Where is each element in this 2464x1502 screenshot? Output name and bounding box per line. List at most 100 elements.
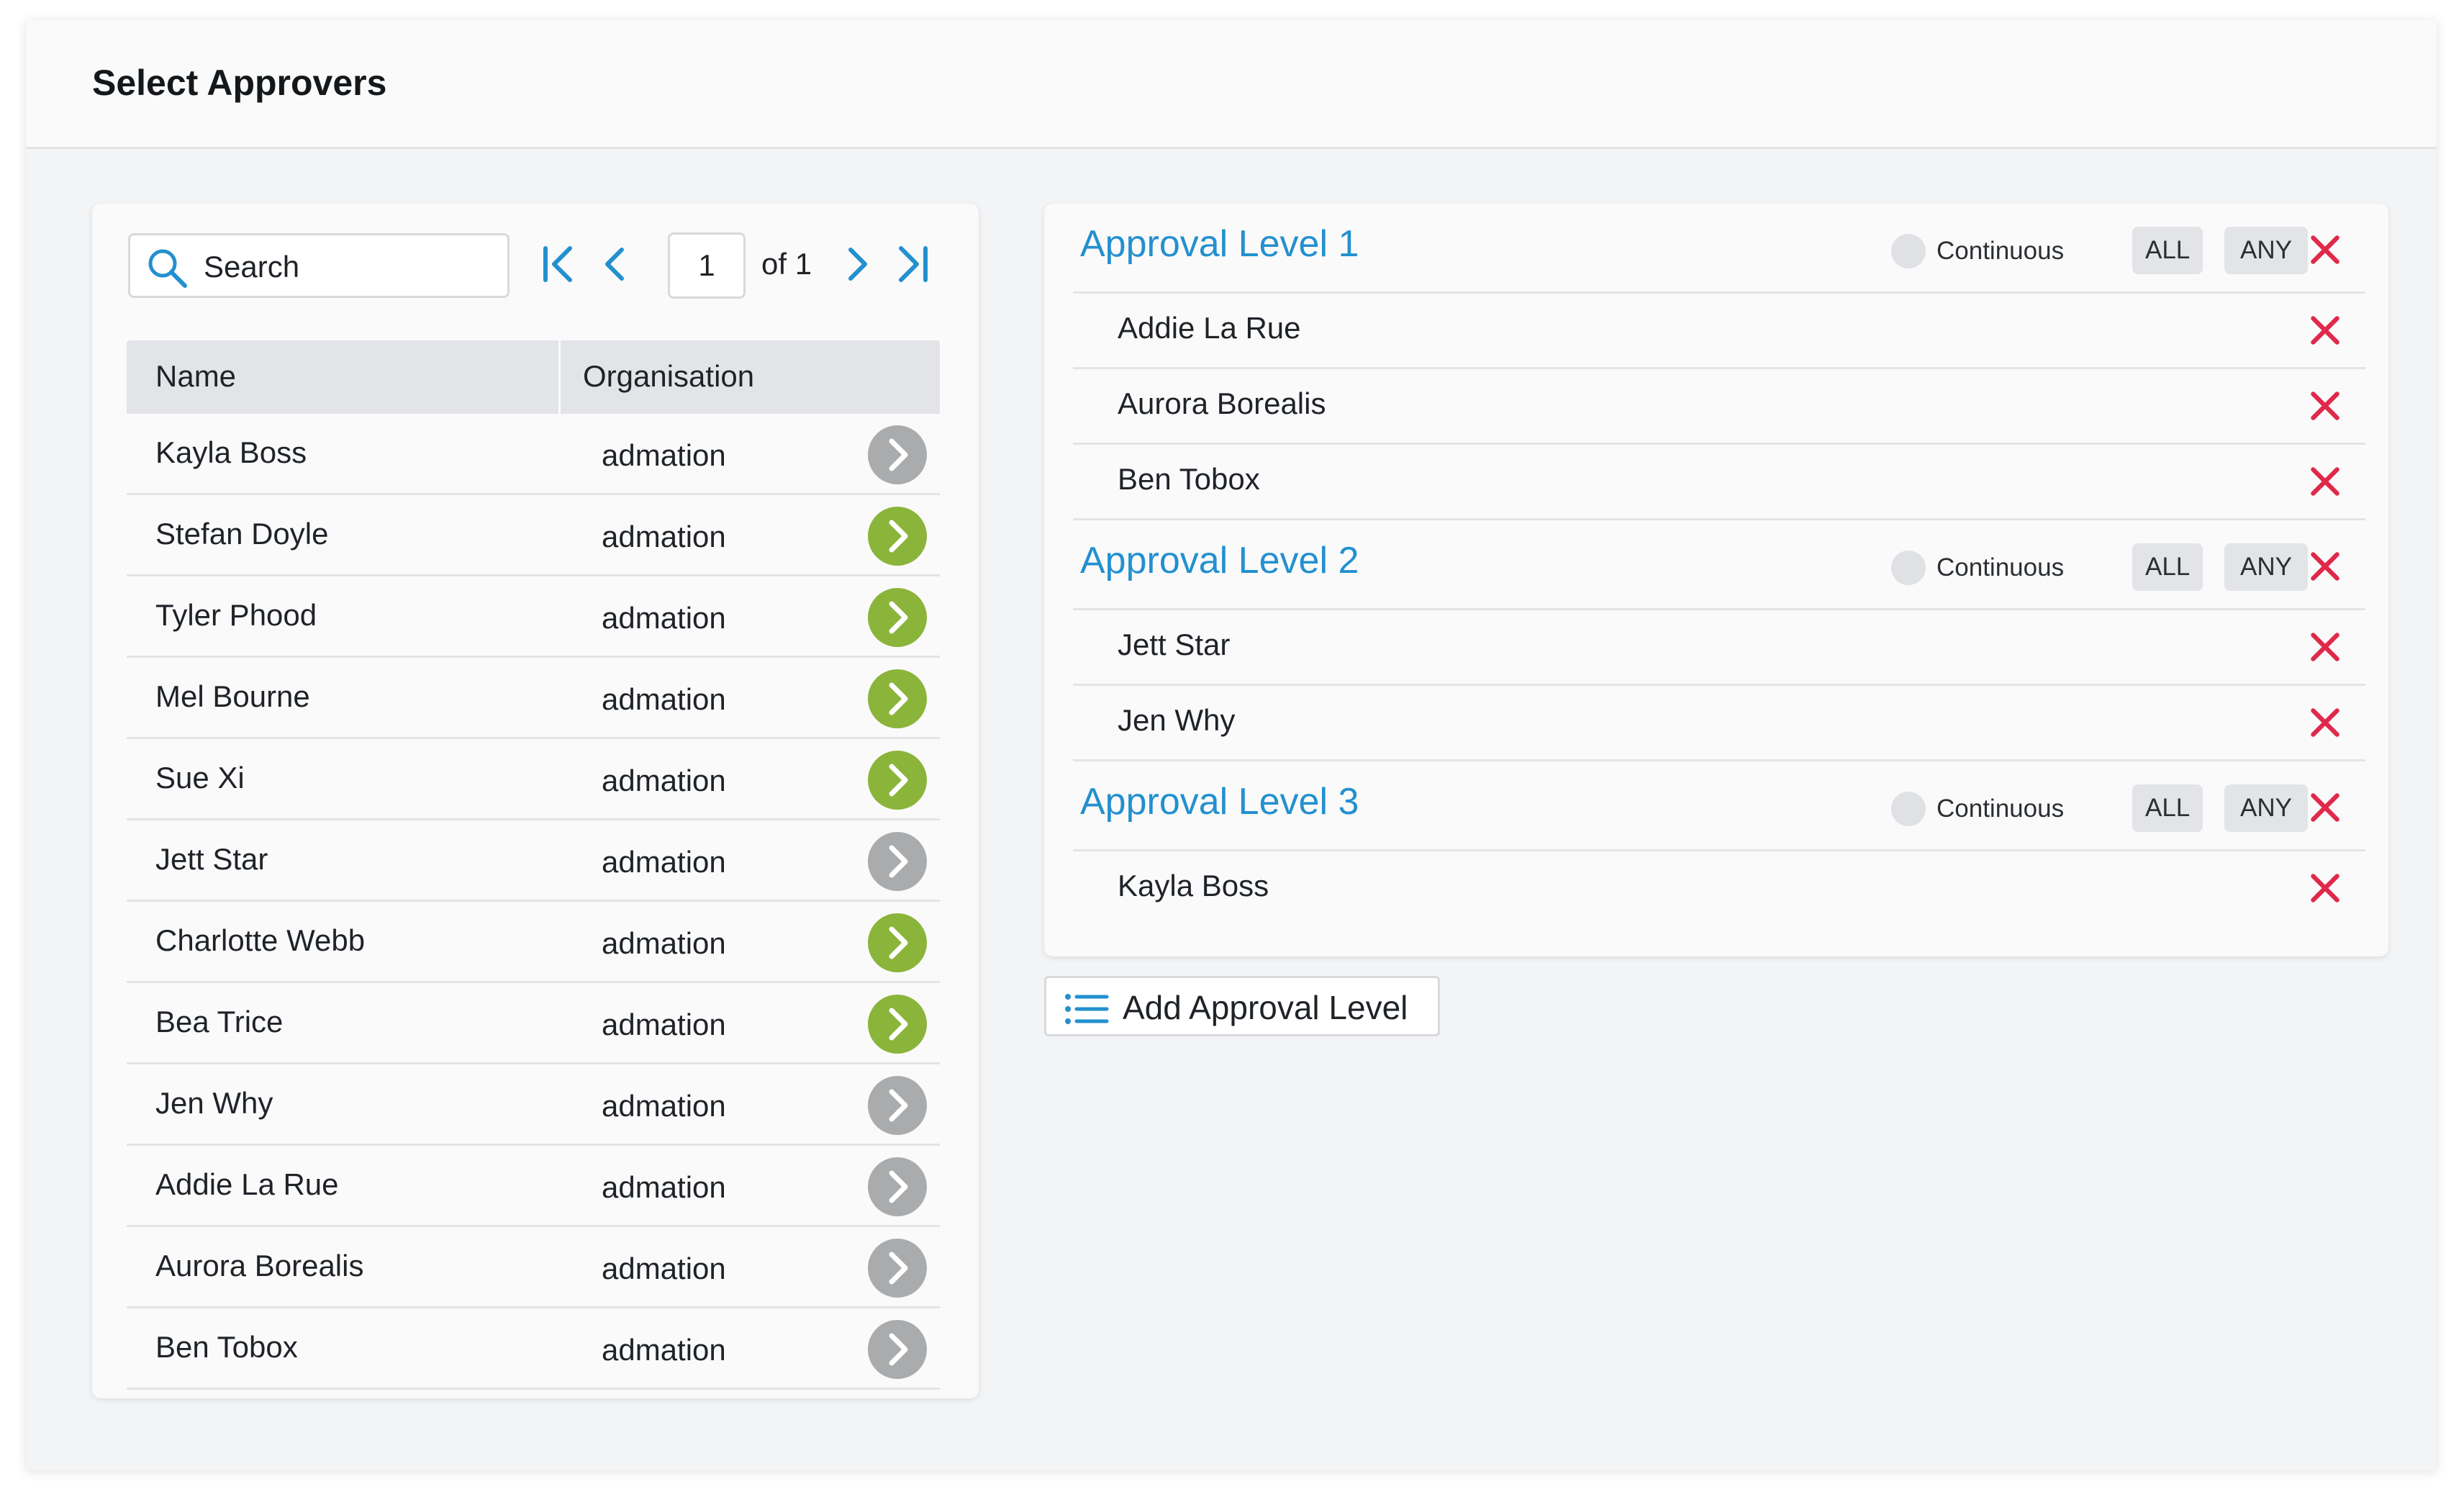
- level-member-row: Ben Tobox: [1073, 445, 2365, 520]
- approver-name: Jen Why: [155, 1086, 273, 1120]
- remove-member-button[interactable]: [2306, 387, 2344, 428]
- close-icon: [2311, 552, 2340, 581]
- level-member-row: Addie La Rue: [1073, 294, 2365, 369]
- column-header-name: Name: [155, 359, 237, 393]
- close-icon: [2311, 633, 2340, 661]
- column-header-organisation: Organisation: [583, 359, 755, 393]
- add-approver-button[interactable]: [868, 1157, 927, 1216]
- approver-organisation: admation: [602, 764, 726, 797]
- list-icon: [1065, 994, 1109, 1024]
- table-row: Addie La Rue admation: [127, 1146, 940, 1227]
- table-header: Name Organisation: [127, 340, 940, 414]
- level-member-name: Kayla Boss: [1118, 869, 1269, 902]
- level-member-row: Jen Why: [1073, 686, 2365, 761]
- add-approver-button[interactable]: [868, 669, 927, 728]
- approver-name: Bea Trice: [155, 1005, 284, 1039]
- last-page-icon[interactable]: [891, 238, 934, 289]
- arrow-right-circle-icon: [868, 1239, 927, 1298]
- approver-organisation: admation: [602, 520, 726, 553]
- close-icon: [2311, 392, 2340, 420]
- all-button[interactable]: ALL: [2132, 227, 2203, 274]
- table-row: Jett Star admation: [127, 820, 940, 902]
- add-approver-button[interactable]: [868, 995, 927, 1054]
- table-row: Tyler Phood admation: [127, 576, 940, 658]
- approver-organisation: admation: [602, 1170, 726, 1204]
- page-title: Select Approvers: [92, 63, 387, 103]
- arrow-right-circle-icon: [868, 913, 927, 972]
- approver-organisation: admation: [602, 1333, 726, 1367]
- approver-organisation: admation: [602, 1008, 726, 1041]
- continuous-label: Continuous: [1937, 553, 2065, 582]
- level-member-row: Kayla Boss: [1073, 851, 2365, 925]
- close-icon: [2311, 316, 2340, 345]
- page-count: of 1: [761, 247, 812, 281]
- remove-member-button[interactable]: [2306, 463, 2344, 504]
- search-icon: [148, 249, 187, 288]
- page-number-input[interactable]: 1: [668, 232, 746, 299]
- level-member-name: Jen Why: [1118, 703, 1236, 737]
- table-row: Jen Why admation: [127, 1064, 940, 1146]
- arrow-right-circle-icon: [868, 1076, 927, 1135]
- all-button[interactable]: ALL: [2132, 784, 2203, 832]
- level-member-row: Aurora Borealis: [1073, 369, 2365, 445]
- add-approver-button[interactable]: [868, 751, 927, 810]
- remove-member-button[interactable]: [2306, 312, 2344, 353]
- chevron-right-icon[interactable]: [841, 238, 877, 289]
- remove-level-button[interactable]: [2306, 789, 2344, 830]
- approver-organisation: admation: [602, 601, 726, 635]
- arrow-right-circle-icon: [868, 1157, 927, 1216]
- add-approver-button[interactable]: [868, 832, 927, 891]
- close-icon: [2311, 708, 2340, 737]
- add-approval-level-button[interactable]: Add Approval Level: [1044, 976, 1440, 1036]
- approver-name: Ben Tobox: [155, 1330, 298, 1364]
- approver-name: Kayla Boss: [155, 435, 307, 469]
- approver-name: Jett Star: [155, 842, 268, 876]
- continuous-toggle[interactable]: [1891, 551, 1926, 585]
- add-approver-button[interactable]: [868, 1320, 927, 1379]
- add-approver-button[interactable]: [868, 507, 927, 566]
- table-row: Kayla Boss admation: [127, 414, 940, 495]
- close-icon: [2311, 235, 2340, 264]
- any-button[interactable]: ANY: [2224, 784, 2308, 832]
- remove-member-button[interactable]: [2306, 869, 2344, 910]
- approver-table: Name Organisation Kayla Boss admation Stef…: [127, 340, 940, 1390]
- level-member-row: Jett Star: [1073, 610, 2365, 686]
- search-input[interactable]: Search: [128, 233, 509, 298]
- arrow-right-circle-icon: [868, 588, 927, 647]
- column-divider: [558, 340, 561, 414]
- approval-level-header: Approval Level 3 Continuous ALL ANY: [1073, 761, 2365, 851]
- table-row: Charlotte Webb admation: [127, 902, 940, 983]
- chevron-left-icon[interactable]: [596, 238, 632, 289]
- continuous-toggle[interactable]: [1891, 234, 1926, 268]
- continuous-label: Continuous: [1937, 795, 2065, 823]
- approver-name: Aurora Borealis: [155, 1249, 364, 1282]
- add-approval-level-label: Add Approval Level: [1123, 989, 1408, 1026]
- add-approver-button[interactable]: [868, 588, 927, 647]
- approver-name: Stefan Doyle: [155, 517, 329, 551]
- all-button[interactable]: ALL: [2132, 543, 2203, 591]
- approver-organisation: admation: [602, 1089, 726, 1123]
- first-page-icon[interactable]: [538, 238, 581, 289]
- continuous-toggle[interactable]: [1891, 792, 1926, 826]
- add-approver-button[interactable]: [868, 425, 927, 484]
- add-approver-button[interactable]: [868, 913, 927, 972]
- approval-level-header: Approval Level 2 Continuous ALL ANY: [1073, 520, 2365, 610]
- approver-name: Tyler Phood: [155, 598, 317, 632]
- arrow-right-circle-icon: [868, 751, 927, 810]
- level-member-name: Aurora Borealis: [1118, 386, 1326, 420]
- approval-level-title: Approval Level 3: [1080, 781, 1359, 823]
- add-approver-button[interactable]: [868, 1239, 927, 1298]
- approver-organisation: admation: [602, 438, 726, 472]
- any-button[interactable]: ANY: [2224, 227, 2308, 274]
- remove-level-button[interactable]: [2306, 231, 2344, 272]
- remove-member-button[interactable]: [2306, 628, 2344, 669]
- remove-member-button[interactable]: [2306, 704, 2344, 745]
- table-row: Aurora Borealis admation: [127, 1227, 940, 1308]
- approval-levels-panel: Approval Level 1 Continuous ALL ANY Addie La…: [1044, 204, 2388, 956]
- table-row: Sue Xi admation: [127, 739, 940, 820]
- remove-level-button[interactable]: [2306, 548, 2344, 589]
- add-approver-button[interactable]: [868, 1076, 927, 1135]
- any-button[interactable]: ANY: [2224, 543, 2308, 591]
- level-member-name: Jett Star: [1118, 628, 1231, 661]
- approver-name: Addie La Rue: [155, 1167, 339, 1201]
